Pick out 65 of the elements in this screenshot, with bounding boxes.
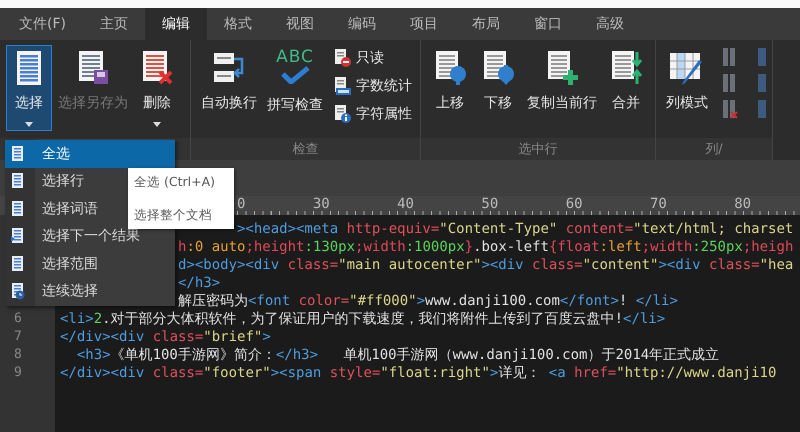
code-line: <h3>《单机100手游网》简介：</h3> 单机100手游网（www.danji100.com）于2014年正式成立 xyxy=(76,347,720,363)
menu-item[interactable]: 全选 xyxy=(5,140,175,168)
code-line: </h3> xyxy=(178,275,220,291)
group-label: 检查 xyxy=(191,138,420,160)
ruler-label: 30 xyxy=(312,196,330,212)
document-clock-icon xyxy=(11,282,25,300)
code-line: 解压密码为<font color="#ff000">www.danji100.com</font>! </li> xyxy=(178,293,678,309)
line-number: 8 xyxy=(14,347,22,362)
document-icon xyxy=(11,200,25,218)
group-label: 选中行 xyxy=(421,138,655,160)
line-number: 9 xyxy=(14,365,22,380)
ribbon-tab[interactable]: 文件(F) xyxy=(2,8,83,40)
column-tool-button[interactable] xyxy=(722,99,738,119)
select-button[interactable]: 选择 xyxy=(6,45,52,131)
ribbon-tab[interactable]: 主页 xyxy=(82,8,145,40)
tooltip-text: 选择整个文档 xyxy=(134,207,212,224)
document-icon xyxy=(11,227,25,246)
ribbon-tab[interactable]: 编辑 xyxy=(144,8,207,40)
code-line: </div><div class="brief"> xyxy=(60,329,271,345)
word-wrap-button[interactable]: 自动换行 xyxy=(197,45,261,131)
grid-column-icon xyxy=(722,47,738,67)
menu-item[interactable]: 连续选择 xyxy=(5,278,175,305)
read-only-button[interactable]: 只读 xyxy=(331,45,414,71)
line-number: 7 xyxy=(14,329,22,344)
ruler-label: 80 xyxy=(734,196,752,212)
char-properties-button[interactable]: 字符属性 xyxy=(331,101,414,127)
ruler-label: 40 xyxy=(397,196,414,212)
code-line: h:0 auto;height:130px;width:1000px}.box-left{float:left;width:250px;heigh xyxy=(178,239,794,255)
menu-item[interactable]: 选择范围 xyxy=(5,250,175,278)
code-line: ><head><meta http-equiv="Content-Type" content="text/html; charset xyxy=(237,221,794,237)
document-info-icon xyxy=(333,104,353,124)
column-tool-button[interactable] xyxy=(722,73,738,93)
merge-button[interactable]: 合并 xyxy=(603,45,649,131)
ribbon-tab[interactable]: 布局 xyxy=(454,8,517,40)
code-line: <li>2.对于部分大体积软件，为了保证用户的下载速度，我们将附件上传到了百度云盘中!</li> xyxy=(60,311,666,327)
ribbon-tab[interactable]: 视图 xyxy=(268,8,331,40)
ruler-label: 0 xyxy=(236,196,246,212)
tooltip-title: 全选 (Ctrl+A) xyxy=(134,174,215,191)
delete-button[interactable]: 删除 xyxy=(134,45,180,131)
code-line: </div><div class="footer"><span style="float:right">详见： <a href="http://www.danji10 xyxy=(60,365,776,381)
ruler-label: 50 xyxy=(481,196,498,212)
document-icon xyxy=(11,144,25,163)
grid-column-icon xyxy=(722,99,738,119)
ruler-label: 60 xyxy=(566,196,583,212)
group-label: 列/ xyxy=(656,138,772,160)
word-count-button[interactable]: 字数统计 xyxy=(331,73,414,99)
ribbon-tab[interactable]: 格式 xyxy=(206,8,269,40)
ribbon-tab[interactable]: 窗口 xyxy=(516,8,579,40)
document-icon xyxy=(11,172,25,190)
ruler-label: 70 xyxy=(650,196,667,212)
line-number: 6 xyxy=(14,311,22,326)
ribbon-tab[interactable]: 编码 xyxy=(330,8,393,40)
document-icon xyxy=(11,254,25,273)
ribbon-tab[interactable]: 项目 xyxy=(392,8,455,40)
document-minus-icon xyxy=(333,48,353,68)
column-mode-button[interactable]: 列模式 xyxy=(662,45,712,131)
document-count-icon xyxy=(333,76,353,96)
grid-column-icon xyxy=(722,73,738,93)
code-line: d><body><div class="main autocenter"><div class="content"><div class="hea xyxy=(178,257,794,273)
column-tool-button[interactable] xyxy=(722,47,738,67)
ribbon-tab[interactable]: 高级 xyxy=(578,8,641,40)
spell-check-button[interactable]: ABC 拼写检查 xyxy=(263,45,327,131)
move-up-button[interactable]: 上移 xyxy=(427,45,473,131)
move-down-button[interactable]: 下移 xyxy=(475,45,521,131)
duplicate-line-button[interactable]: 复制当前行 xyxy=(523,45,601,131)
